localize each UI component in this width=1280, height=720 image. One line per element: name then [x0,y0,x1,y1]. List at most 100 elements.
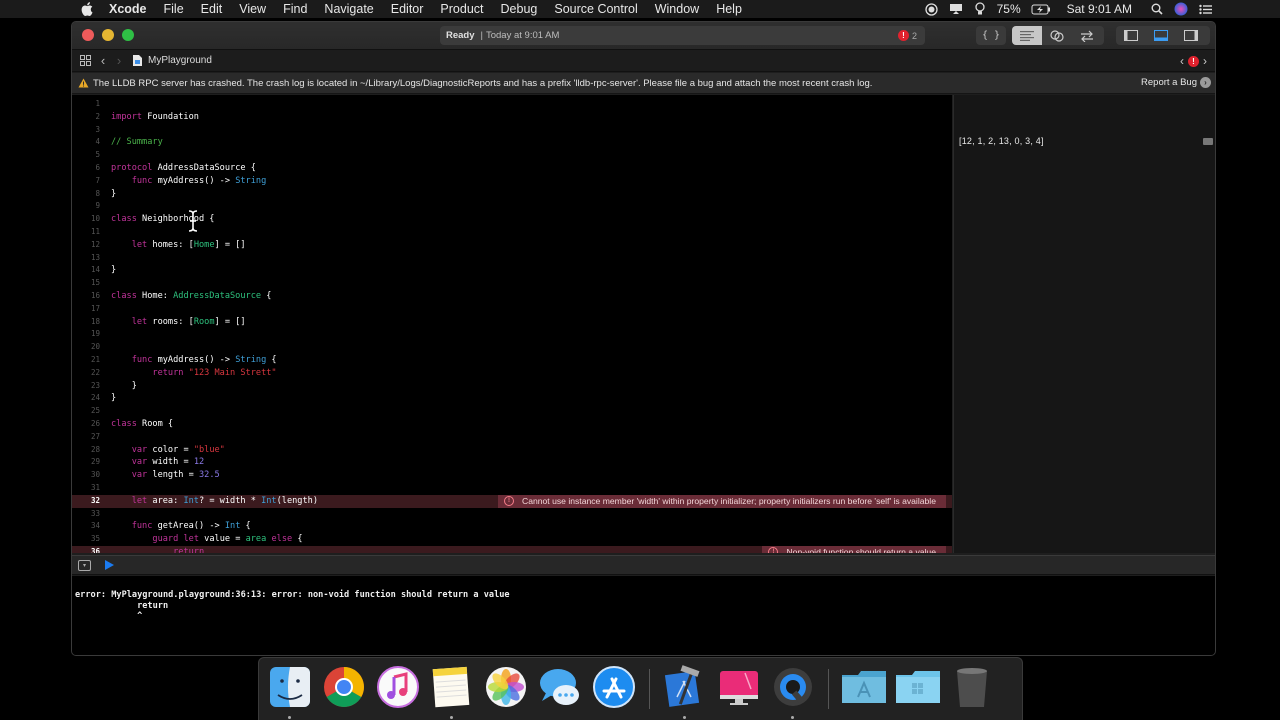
line-number[interactable]: 6 [72,162,100,175]
report-bug-button[interactable]: Report a Bug › [1141,77,1211,88]
line-number[interactable]: 26 [72,418,100,431]
code-line[interactable]: 5 [72,149,952,162]
line-number[interactable]: 13 [72,252,100,265]
menu-view[interactable]: View [239,2,266,16]
code-line[interactable]: 26 class Room { [72,418,952,431]
quick-look-icon[interactable] [1203,138,1213,145]
error-count-badge[interactable]: ! 2 [897,30,917,41]
dock-item-finder[interactable] [267,666,313,719]
toggle-navigator-button[interactable] [1116,26,1146,45]
hide-debug-area-button[interactable]: ▾ [78,559,91,571]
dock-item-itunes[interactable] [375,665,421,712]
source-editor[interactable]: 1 2 import Foundation 3 4 // Summary 5 6 protoco… [72,95,952,553]
code-line[interactable]: 10 class Neighborhood { [72,213,952,226]
related-items-grid-icon[interactable] [78,54,92,68]
line-number[interactable]: 20 [72,341,100,354]
airplay-display-icon[interactable] [949,2,963,16]
code-line[interactable]: 22 return "123 Main Strett" [72,367,952,380]
code-line[interactable]: 24} [72,392,952,405]
code-line[interactable]: 34 func getArea() -> Int { [72,520,952,533]
line-number[interactable]: 23 [72,380,100,393]
line-number[interactable]: 1 [72,98,100,111]
line-number[interactable]: 35 [72,533,100,546]
library-button[interactable]: { } [976,26,1006,45]
dock-item-xcode[interactable] [662,664,708,719]
line-number[interactable]: 25 [72,405,100,418]
code-line[interactable]: 23 } [72,380,952,393]
menu-edit[interactable]: Edit [201,2,223,16]
line-number[interactable]: 3 [72,124,100,137]
result-value[interactable]: [12, 1, 2, 13, 0, 3, 4] [959,136,1044,146]
line-number[interactable]: 14 [72,264,100,277]
menu-source-control[interactable]: Source Control [554,2,637,16]
line-number[interactable]: 27 [72,431,100,444]
code-line-with-error[interactable]: 32 let area: Int? = width * Int(length)!… [72,494,952,508]
line-number[interactable]: 17 [72,303,100,316]
close-window-button[interactable] [82,29,94,41]
line-number[interactable]: 10 [72,213,100,226]
line-number[interactable]: 22 [72,367,100,380]
line-number[interactable]: 21 [72,354,100,367]
line-number[interactable]: 29 [72,456,100,469]
assistant-editor-button[interactable] [1042,26,1072,45]
dock-item-notes[interactable] [429,666,475,719]
code-line[interactable]: 11 [72,226,952,239]
toggle-debug-area-button[interactable] [1146,26,1176,45]
code-line[interactable]: 21 func myAddress() -> String { [72,354,952,367]
inline-error-message[interactable]: ! Non-void function should return a value [762,546,946,553]
code-line[interactable]: 12 let homes: [Home] = [] [72,239,952,252]
line-number[interactable]: 8 [72,188,100,201]
previous-issue-icon[interactable]: ‹ [1180,54,1184,68]
code-line[interactable]: 7 func myAddress() -> String [72,175,952,188]
code-line[interactable]: 3 [72,124,952,137]
version-editor-button[interactable] [1072,26,1102,45]
menu-find[interactable]: Find [283,2,307,16]
dock-item-windows-folder[interactable] [895,666,941,712]
dock-item-quicktime-player[interactable] [770,666,816,719]
line-number[interactable]: 33 [72,508,100,521]
code-line[interactable]: 13 [72,252,952,265]
line-number[interactable]: 9 [72,200,100,213]
back-chevron-icon[interactable]: ‹ [96,53,110,68]
line-number[interactable]: 24 [72,392,100,405]
code-line[interactable]: 20 [72,341,952,354]
code-line[interactable]: 25 [72,405,952,418]
line-number[interactable]: 30 [72,469,100,482]
line-number[interactable]: 32 [72,495,100,508]
code-line[interactable]: 6 protocol AddressDataSource { [72,162,952,175]
line-number[interactable]: 31 [72,482,100,495]
code-line[interactable]: 19 [72,328,952,341]
code-line[interactable]: 27 [72,431,952,444]
dock-item-messages[interactable] [537,666,583,712]
line-number[interactable]: 34 [72,520,100,533]
code-line[interactable]: 1 [72,98,952,111]
code-line[interactable]: 15 [72,277,952,290]
dock-item-google-chrome[interactable] [321,666,367,712]
line-number[interactable]: 18 [72,316,100,329]
dock-item-trash[interactable] [949,666,995,712]
battery-charging-icon[interactable] [1031,2,1051,16]
minimize-window-button[interactable] [102,29,114,41]
line-number[interactable]: 11 [72,226,100,239]
code-line[interactable]: 28 var color = "blue" [72,444,952,457]
code-line[interactable]: 35 guard let value = area else { [72,533,952,546]
zoom-window-button[interactable] [122,29,134,41]
clock[interactable]: Sat 9:01 AM [1067,2,1132,16]
issue-error-icon[interactable]: ! [1188,55,1199,67]
code-line[interactable]: 8} [72,188,952,201]
line-number[interactable]: 5 [72,149,100,162]
menu-editor[interactable]: Editor [391,2,424,16]
code-line[interactable]: 9 [72,200,952,213]
code-line[interactable]: 4 // Summary [72,136,952,149]
toggle-inspector-button[interactable] [1176,26,1206,45]
inline-error-message[interactable]: ! Cannot use instance member 'width' with… [497,494,946,508]
code-line[interactable]: 30 var length = 32.5 [72,469,952,482]
line-number[interactable]: 16 [72,290,100,303]
menu-navigate[interactable]: Navigate [324,2,373,16]
dock-item-app-store[interactable] [591,665,637,712]
screen-record-icon[interactable] [925,2,939,16]
code-line[interactable]: 17 [72,303,952,316]
line-number[interactable]: 4 [72,136,100,149]
menu-file[interactable]: File [164,2,184,16]
line-number[interactable]: 7 [72,175,100,188]
